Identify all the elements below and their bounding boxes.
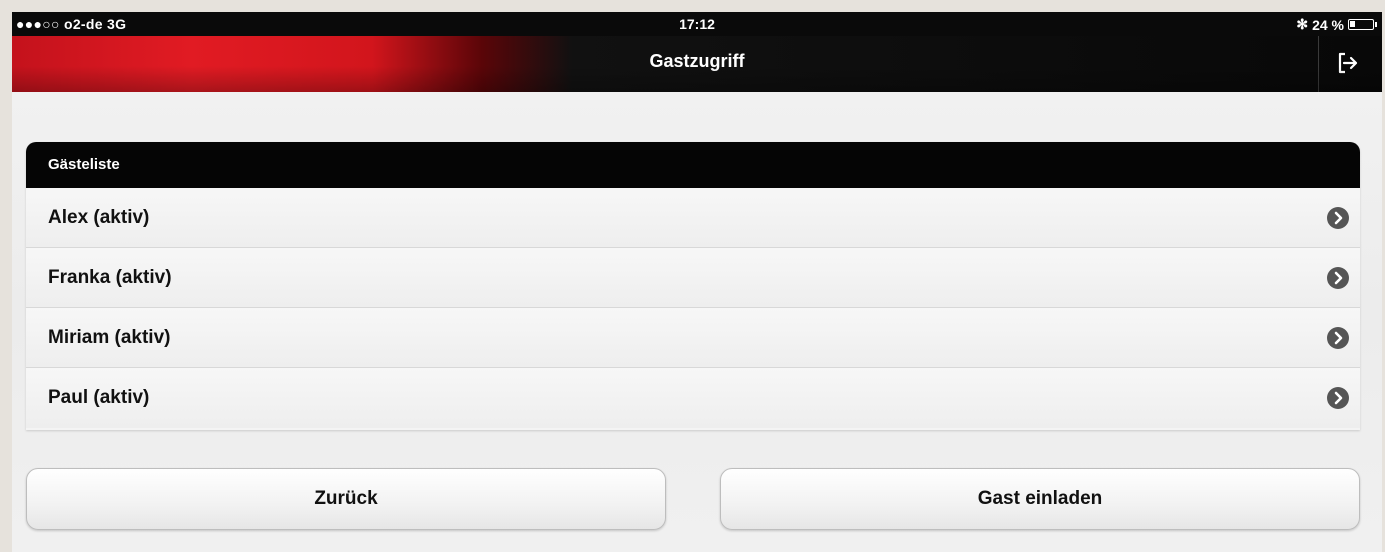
exit-button[interactable] (1328, 46, 1368, 80)
page-title: Gastzugriff (649, 51, 745, 71)
guest-name: Franka (aktiv) (48, 266, 172, 288)
invite-guest-button[interactable]: Gast einladen (720, 468, 1360, 530)
status-right: ✻ 24 % (1296, 16, 1377, 33)
bluetooth-icon: ✻ (1296, 16, 1309, 32)
guest-list-header: Gästeliste (26, 142, 1360, 188)
guest-row-franka[interactable]: Franka (aktiv) (26, 248, 1360, 308)
exit-icon (1338, 52, 1358, 74)
chevron-right-circle-icon (1327, 207, 1349, 229)
app-screen: ●●●○○ o2-de 3G 17:12 ✻ 24 % Gastzugriff … (12, 12, 1382, 552)
battery-percent: 24 % (1312, 16, 1344, 33)
back-button[interactable]: Zurück (26, 468, 666, 530)
chevron-right-circle-icon (1327, 267, 1349, 289)
guest-row-alex[interactable]: Alex (aktiv) (26, 188, 1360, 248)
guest-list-card: Gästeliste Alex (aktiv) Franka (aktiv) M… (26, 142, 1360, 430)
nav-bar: Gastzugriff (12, 36, 1382, 92)
status-time: 17:12 (679, 16, 715, 32)
guest-name: Alex (aktiv) (48, 206, 150, 228)
guest-name: Miriam (aktiv) (48, 326, 171, 348)
chevron-right-circle-icon (1327, 387, 1349, 409)
nav-divider (1318, 36, 1319, 92)
guest-name: Paul (aktiv) (48, 387, 150, 408)
guest-row-miriam[interactable]: Miriam (aktiv) (26, 308, 1360, 368)
guest-row-paul[interactable]: Paul (aktiv) (26, 368, 1360, 428)
battery-icon (1348, 19, 1377, 30)
status-bar: ●●●○○ o2-de 3G 17:12 ✻ 24 % (12, 12, 1382, 36)
chevron-right-circle-icon (1327, 327, 1349, 349)
